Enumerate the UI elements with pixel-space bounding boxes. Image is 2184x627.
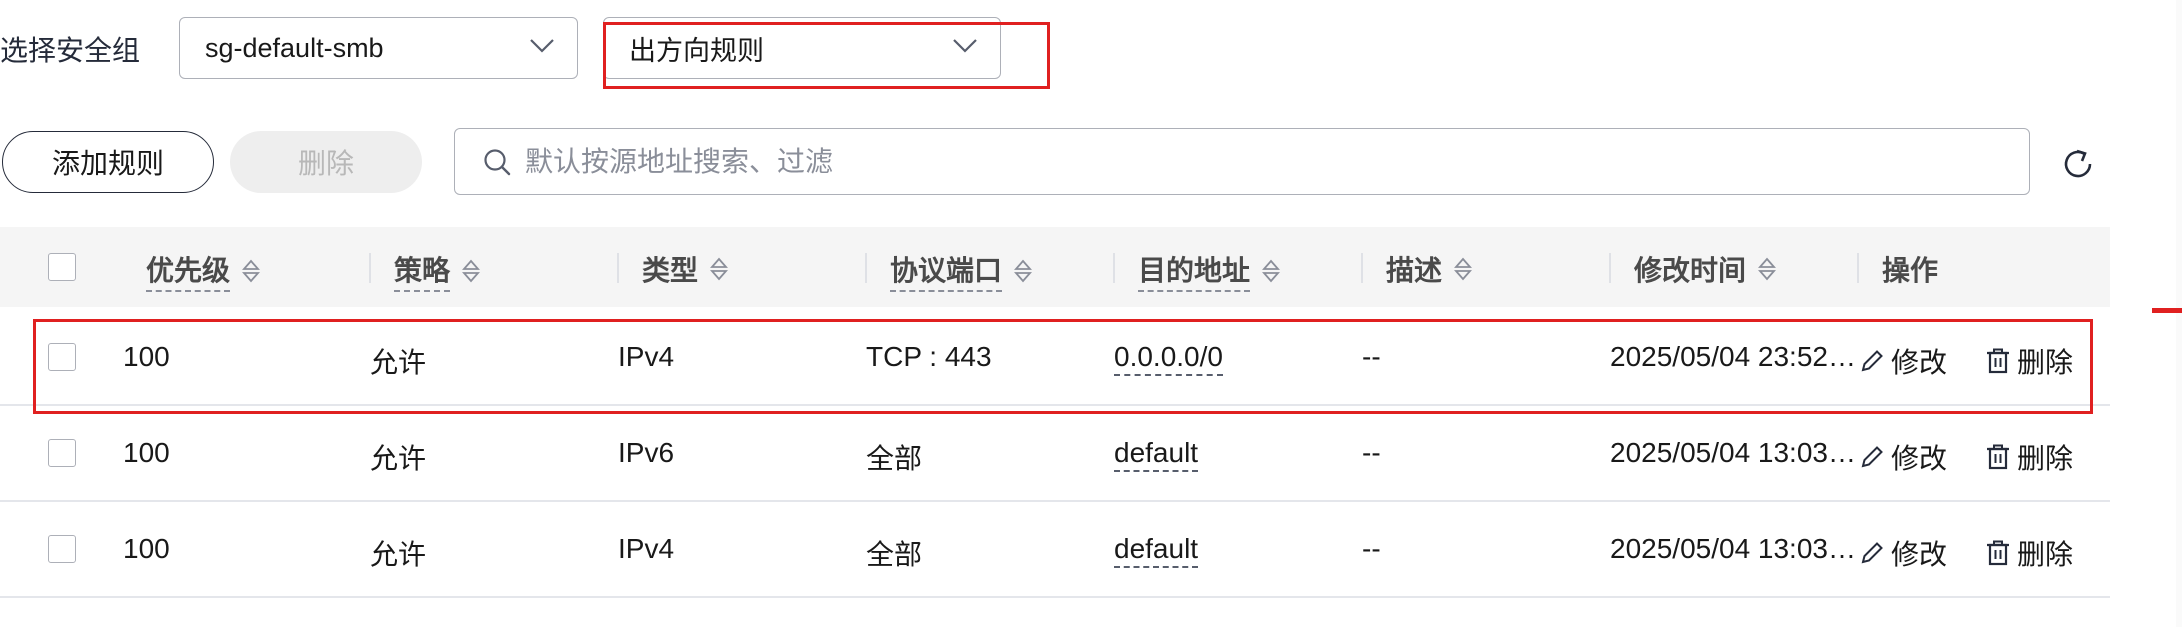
- sort-icon[interactable]: [1758, 256, 1776, 282]
- scrollbar-track[interactable]: [2176, 0, 2182, 627]
- cell-policy: 允许: [370, 539, 427, 570]
- cell-port: 全部: [866, 539, 923, 570]
- cell-policy: 允许: [370, 347, 427, 378]
- cell-destination[interactable]: 0.0.0.0/0: [1114, 341, 1223, 376]
- header-priority[interactable]: 优先级: [146, 249, 260, 292]
- sort-icon[interactable]: [1454, 256, 1472, 282]
- delete-button[interactable]: 删除: [230, 131, 422, 193]
- cell-priority: 100: [123, 341, 170, 372]
- column-divider[interactable]: [369, 253, 371, 283]
- cell-description: --: [1362, 341, 1381, 372]
- cell-type: IPv4: [618, 341, 675, 372]
- cell-description: --: [1362, 437, 1381, 468]
- cell-modified: 2025/05/04 13:03…: [1610, 533, 1856, 564]
- table-header: [0, 227, 2110, 307]
- cell-modified: 2025/05/04 23:52…: [1610, 341, 1856, 372]
- chevron-down-icon: [953, 39, 977, 53]
- cell-priority: 100: [123, 437, 170, 468]
- row-checkbox[interactable]: [48, 535, 76, 563]
- pencil-icon: [1861, 446, 1883, 468]
- scroll-marker: [2152, 308, 2182, 313]
- header-type[interactable]: 类型: [642, 249, 728, 289]
- security-group-label: 选择安全组: [0, 35, 141, 66]
- edit-link[interactable]: 修改: [1859, 437, 1947, 477]
- trash-icon: [1987, 444, 2009, 470]
- cell-description: --: [1362, 533, 1381, 564]
- row-checkbox[interactable]: [48, 439, 76, 467]
- header-description[interactable]: 描述: [1386, 249, 1472, 289]
- row-divider: [0, 500, 2110, 502]
- header-destination[interactable]: 目的地址: [1138, 249, 1280, 292]
- column-divider[interactable]: [1361, 253, 1363, 283]
- refresh-icon[interactable]: [2060, 146, 2096, 182]
- cell-modified: 2025/05/04 13:03…: [1610, 437, 1856, 468]
- delete-link[interactable]: 删除: [1985, 437, 2073, 477]
- delete-link[interactable]: 删除: [1985, 341, 2073, 381]
- edit-link[interactable]: 修改: [1859, 533, 1947, 573]
- trash-icon: [1987, 540, 2009, 566]
- column-divider[interactable]: [1609, 253, 1611, 283]
- sort-icon[interactable]: [462, 258, 480, 284]
- row-divider: [0, 404, 2110, 406]
- add-rule-button[interactable]: 添加规则: [2, 131, 214, 193]
- column-divider[interactable]: [865, 253, 867, 283]
- column-divider[interactable]: [1857, 253, 1859, 283]
- row-checkbox[interactable]: [48, 343, 76, 371]
- cell-type: IPv4: [618, 533, 675, 564]
- cell-priority: 100: [123, 533, 170, 564]
- header-modified[interactable]: 修改时间: [1634, 249, 1776, 289]
- cell-policy: 允许: [370, 443, 427, 474]
- select-all-checkbox[interactable]: [48, 253, 76, 281]
- pencil-icon: [1861, 350, 1883, 372]
- cell-port: TCP : 443: [866, 341, 992, 372]
- sort-icon[interactable]: [242, 258, 260, 284]
- security-group-value: sg-default-smb: [205, 32, 384, 63]
- edit-link[interactable]: 修改: [1859, 341, 1947, 381]
- column-divider[interactable]: [1113, 253, 1115, 283]
- sort-icon[interactable]: [710, 256, 728, 282]
- cell-destination[interactable]: default: [1114, 533, 1199, 568]
- direction-value: 出方向规则: [629, 35, 764, 66]
- cell-type: IPv6: [618, 437, 675, 468]
- search-input[interactable]: [523, 144, 1927, 179]
- pencil-icon: [1861, 542, 1883, 564]
- direction-select[interactable]: 出方向规则: [603, 17, 1001, 79]
- header-actions: 操作: [1882, 255, 1939, 286]
- sort-icon[interactable]: [1014, 258, 1032, 284]
- row-divider: [0, 596, 2110, 598]
- cell-destination[interactable]: default: [1114, 437, 1199, 472]
- header-policy[interactable]: 策略: [394, 249, 480, 292]
- chevron-down-icon: [530, 39, 554, 53]
- delete-link[interactable]: 删除: [1985, 533, 2073, 573]
- search-icon: [484, 148, 511, 175]
- trash-icon: [1987, 348, 2009, 374]
- sort-icon[interactable]: [1262, 258, 1280, 284]
- header-port[interactable]: 协议端口: [890, 249, 1032, 292]
- security-group-select[interactable]: sg-default-smb: [179, 17, 578, 79]
- cell-port: 全部: [866, 443, 923, 474]
- column-divider[interactable]: [617, 253, 619, 283]
- search-box[interactable]: [454, 128, 2030, 195]
